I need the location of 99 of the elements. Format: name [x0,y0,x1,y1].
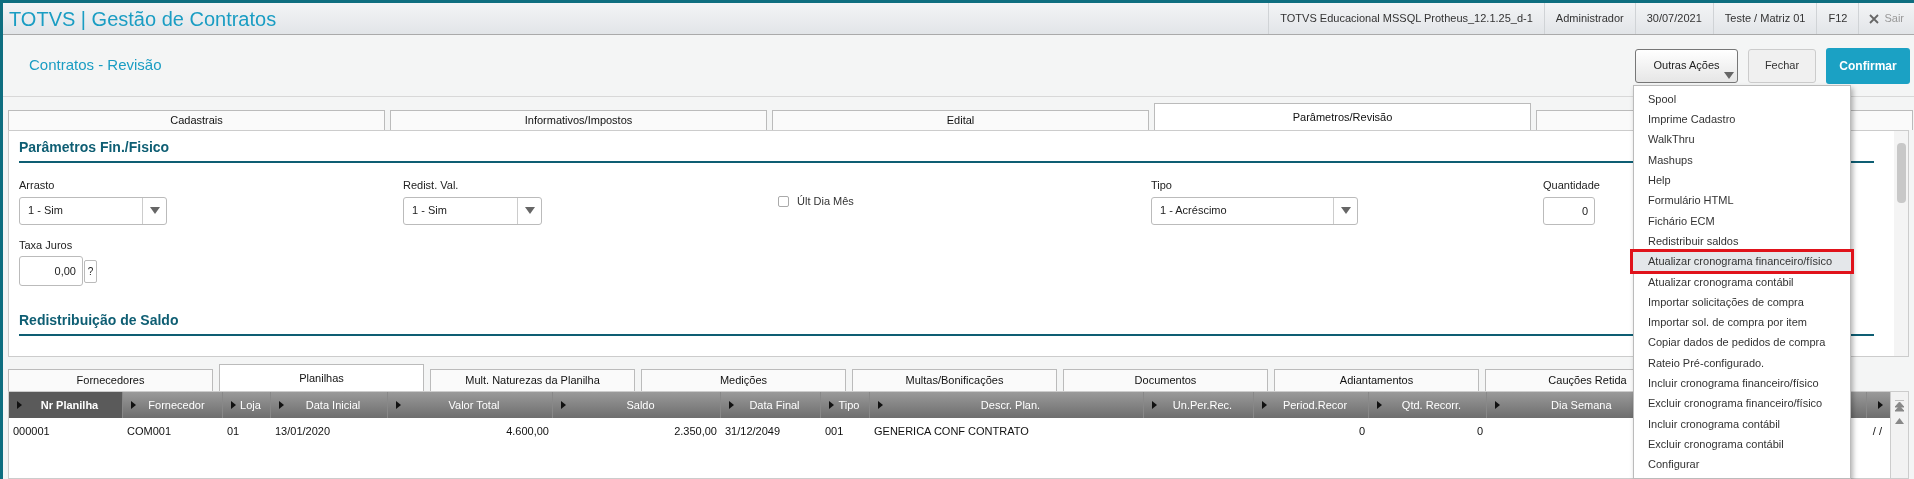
interest-rate-field[interactable]: 0,00 [19,256,83,286]
app-title: TOTVS | Gestão de Contratos [8,6,278,32]
dropdown-arrow-icon [524,207,535,214]
header-info: TOTVS Educacional MSSQL Protheus_12.1.25_d-1 [1268,3,1544,34]
caret-icon [277,401,285,409]
table-cell: 2.350,00 [674,424,717,437]
column-header[interactable]: Valor Total [388,392,553,418]
tab[interactable]: Fornecedores [8,369,213,391]
menu-item[interactable]: Imprime Cadastro [1634,109,1850,130]
caret-icon [1876,401,1884,409]
tab[interactable]: Documentos [1063,369,1268,391]
column-header[interactable]: Fornecedor [123,392,223,418]
column-header[interactable]: Loja [223,392,271,418]
field-label: Tipo [1151,178,1173,193]
column-header[interactable]: Descr. Plan. [870,392,1144,418]
scroll-top-icon [1895,400,1904,412]
header-info: F12 [1816,3,1859,34]
tab[interactable]: Adiantamentos [1274,369,1479,391]
menu-item[interactable]: Spool [1634,89,1850,110]
column-header[interactable]: Nr Planilha [9,392,123,418]
more-actions-button[interactable]: Outras Ações [1635,48,1738,83]
quantity-field[interactable]: 0 [1543,196,1595,225]
tab[interactable]: Informativos/Impostos [390,110,767,130]
header-info: Teste / Matriz 01 [1712,3,1817,34]
menu-item[interactable]: Help [1634,170,1850,191]
menu-item[interactable]: Excluir cronograma contábil [1634,434,1850,455]
scroll-up-icon [1895,418,1904,424]
table-cell: 13/01/2020 [275,424,331,437]
table-cell: 0 [1476,424,1483,437]
table-cell: COM001 [127,424,172,437]
dropdown-arrow-icon [1340,207,1351,214]
column-header[interactable]: Data Inicial [271,392,388,418]
caret-icon [559,401,567,409]
caret-icon [1375,401,1383,409]
column-header[interactable]: Period.Recor [1254,392,1369,418]
checkbox[interactable] [778,195,789,207]
menu-item[interactable]: Configurar [1634,454,1850,475]
field-label: Quantidade [1543,178,1600,193]
caret-icon [876,401,884,409]
caret-icon [15,401,23,409]
caret-icon [1493,401,1501,409]
field-label: Taxa Juros [19,237,73,253]
table-cell: GENERICA CONF CONTRATO [874,424,1029,437]
table-cell: 001 [825,424,844,437]
tab[interactable]: Medições [641,369,846,391]
scrollbar[interactable] [1894,131,1908,356]
menu-item[interactable]: Incluir cronograma contábil [1634,413,1850,435]
caret-icon [229,401,237,409]
table-cell: 000001 [13,424,50,437]
caret-icon [1150,401,1158,409]
caret-icon [1260,401,1268,409]
column-header[interactable]: Un.Per.Rec. [1144,392,1254,418]
select-field[interactable]: 1 - Sim [19,196,167,225]
header-info: 30/07/2021 [1634,3,1713,34]
menu-item[interactable]: Formulário HTML [1634,190,1850,211]
page-title: Contratos - Revisão [28,55,163,76]
table-cell: 0 [1358,424,1365,437]
caret-icon [727,401,735,409]
dropdown-arrow-icon [149,207,160,214]
table-cell: 01 [227,424,240,437]
tab[interactable]: Cadastrais [8,110,385,130]
tab[interactable]: Planilhas [219,364,424,391]
close-button[interactable]: Fechar [1748,48,1816,83]
tab[interactable]: Edital [772,110,1149,130]
menu-item[interactable]: Mashups [1634,149,1850,171]
menu-item[interactable]: Importar sol. de compra por item [1634,312,1850,333]
menu-item[interactable]: Atualizar cronograma financeiro/físico [1632,251,1852,272]
help-button[interactable]: ? [84,259,97,283]
menu-item[interactable]: Excluir cronograma financeiro/físico [1634,393,1850,414]
column-header[interactable]: Saldo [553,392,721,418]
caret-icon [394,401,402,409]
select-field[interactable]: 1 - Acréscimo [1151,196,1358,225]
menu-item[interactable]: Copiar dados de pedidos de compra [1634,332,1850,353]
caret-icon [827,401,835,409]
menu-item[interactable]: Atualizar cronograma contábil [1634,271,1850,292]
tab[interactable]: Multas/Bonificações [852,369,1057,391]
header-info: Administrador [1543,3,1635,34]
menu-item[interactable]: Fichário ECM [1634,210,1850,232]
caret-icon [129,401,137,409]
section-title: Parâmetros Fin./Fisico [19,139,170,155]
table-cell: 4.600,00 [506,424,549,437]
checkbox-label: Últ Dia Mês [797,194,854,209]
table-cell: 31/12/2049 [725,424,781,437]
scrollbar[interactable] [1890,392,1908,478]
menu-item[interactable]: WalkThru [1634,129,1850,150]
column-header[interactable]: Data Final [721,392,821,418]
close-icon [1869,13,1880,24]
field-label: Arrasto [19,178,56,193]
section-title: Redistribuição de Saldo [19,312,179,328]
tab[interactable]: Mult. Naturezas da Planilha [430,369,635,391]
menu-item[interactable]: Redistribuir saldos [1634,231,1850,252]
column-header[interactable]: Tipo [821,392,870,418]
caret-icon [1724,71,1734,79]
select-field[interactable]: 1 - Sim [403,196,542,225]
column-header[interactable]: Qtd. Recorr. [1369,392,1487,418]
table-cell: / / [1872,424,1882,437]
menu-item[interactable]: Importar solicitações de compra [1634,291,1850,313]
tab[interactable]: Parâmetros/Revisão [1154,103,1531,130]
field-label: Redist. Val. [403,178,460,193]
